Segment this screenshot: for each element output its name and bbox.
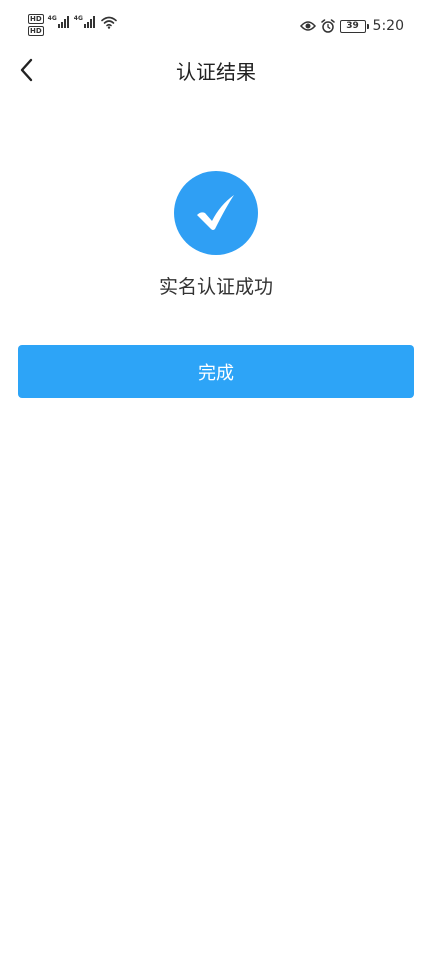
signal-icon: 4G	[74, 16, 96, 28]
status-left: HD HD 4G 4G	[28, 13, 117, 41]
status-right: 39 5:20	[299, 17, 404, 35]
checkmark-circle-icon	[174, 171, 258, 255]
alarm-icon	[320, 19, 335, 33]
result-message: 实名认证成功	[158, 276, 273, 298]
screen: HD HD 4G 4G 39 5:20 认证结果 实名认证成功 完成	[0, 0, 432, 954]
status-bar: HD HD 4G 4G 39 5:20	[0, 0, 432, 50]
eye-icon	[299, 20, 316, 32]
signal-icon: 4G	[48, 16, 70, 28]
clock: 5:20	[372, 18, 404, 34]
network-type-label: 4G	[47, 15, 57, 22]
hd-icon: HD	[28, 14, 44, 24]
nav-bar: 认证结果	[0, 50, 432, 94]
page-title: 认证结果	[176, 60, 256, 84]
hd-icon: HD	[28, 26, 44, 36]
battery-icon: 39	[339, 19, 369, 33]
wifi-icon	[101, 16, 117, 29]
hd-stack: HD HD	[28, 14, 44, 36]
battery-level: 39	[346, 21, 359, 31]
network-type-label: 4G	[73, 15, 83, 22]
done-button[interactable]: 完成	[18, 345, 414, 398]
